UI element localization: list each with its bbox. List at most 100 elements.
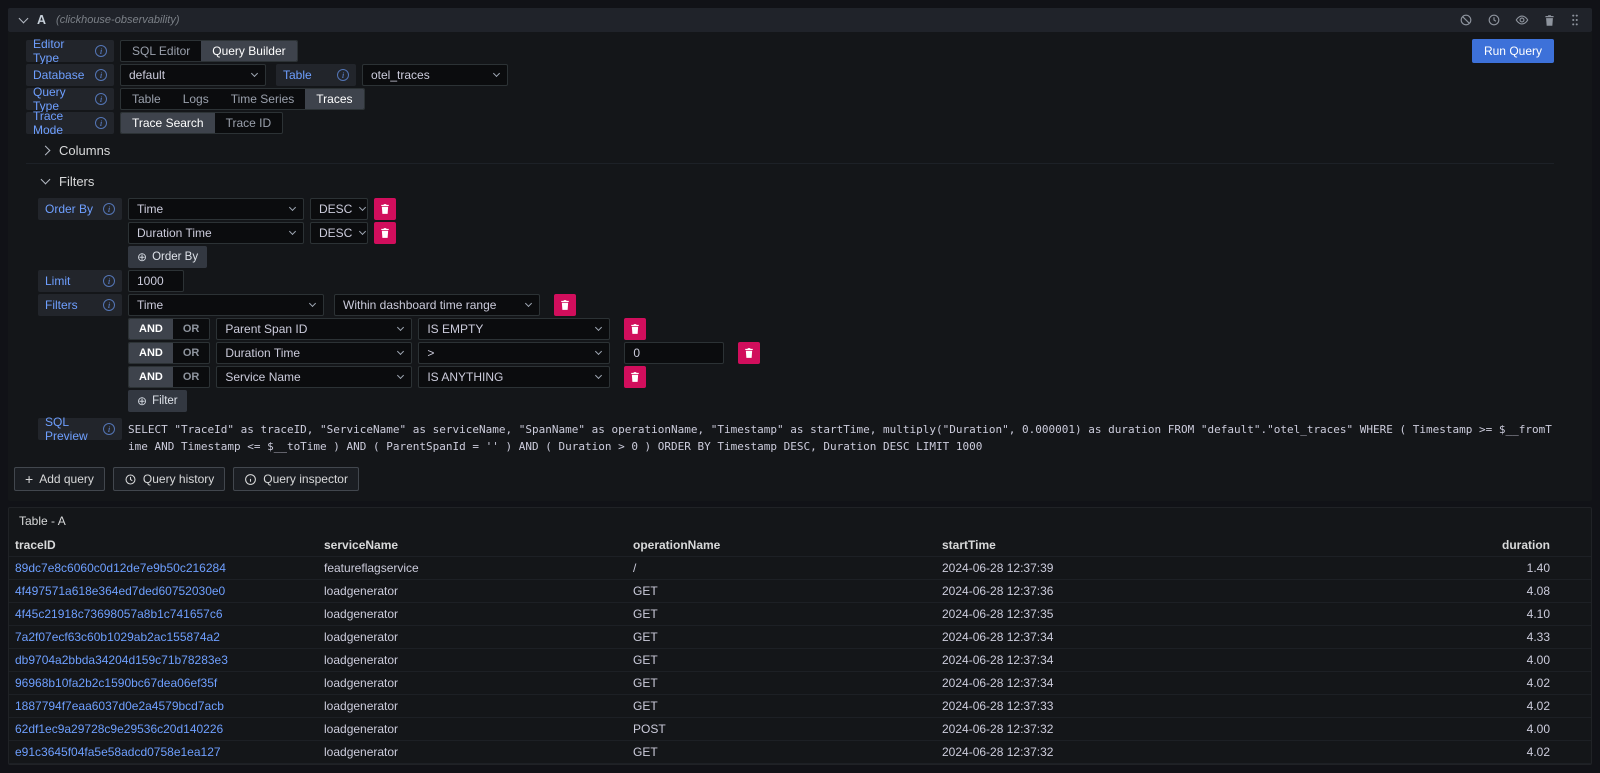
chevron-down-icon	[309, 300, 316, 307]
add-query-button[interactable]: Add query	[14, 467, 105, 491]
remove-filter-button[interactable]	[624, 366, 646, 388]
duration-cell: 1.40	[1245, 557, 1591, 580]
add-filter-button[interactable]: Filter	[128, 390, 187, 412]
query-type-row: Query Type Table Logs Time Series Traces	[26, 88, 1554, 110]
order-by-direction-select[interactable]: DESC	[310, 198, 368, 220]
and-option[interactable]: AND	[129, 319, 173, 339]
database-select[interactable]: default	[120, 64, 266, 86]
query-type-logs-option[interactable]: Logs	[172, 89, 220, 109]
remove-order-by-button[interactable]	[374, 222, 396, 244]
sql-preview-label: SQL Preview	[38, 418, 122, 440]
sql-editor-option[interactable]: SQL Editor	[121, 41, 201, 61]
start-time-cell: 2024-06-28 12:37:33	[936, 695, 1245, 718]
add-order-by-button[interactable]: Order By	[128, 246, 207, 268]
drag-handle-icon[interactable]	[1570, 13, 1580, 27]
or-option[interactable]: OR	[173, 367, 210, 387]
and-option[interactable]: AND	[129, 367, 173, 387]
service-name-cell: loadgenerator	[318, 741, 627, 764]
info-icon[interactable]	[337, 69, 349, 81]
operation-name-cell: GET	[627, 741, 936, 764]
table-row: 4f45c21918c73698057a8b1c741657c6loadgene…	[9, 603, 1591, 626]
filter-field-select[interactable]: Time	[128, 294, 324, 316]
run-query-button[interactable]: Run Query	[1472, 39, 1554, 63]
eye-icon[interactable]	[1515, 13, 1529, 27]
and-option[interactable]: AND	[129, 343, 173, 363]
column-header-operation-name[interactable]: operationName	[627, 534, 936, 557]
query-inspector-button[interactable]: Query inspector	[233, 467, 359, 491]
order-by-field-select[interactable]: Duration Time	[128, 222, 304, 244]
query-inspector-label: Query inspector	[263, 472, 348, 486]
trace-id-link[interactable]: 4f497571a618e364ed7ded60752030e0	[9, 580, 318, 603]
start-time-cell: 2024-06-28 12:37:34	[936, 672, 1245, 695]
start-time-cell: 2024-06-28 12:37:39	[936, 557, 1245, 580]
column-header-trace-id[interactable]: traceID	[9, 534, 318, 557]
filter-operator-select[interactable]: IS ANYTHING	[418, 366, 610, 388]
order-by-label-text: Order By	[45, 202, 93, 216]
remove-filter-button[interactable]	[624, 318, 646, 340]
info-icon[interactable]	[103, 423, 115, 435]
trace-id-link[interactable]: 7a2f07ecf63c60b1029ab2ac155874a2	[9, 626, 318, 649]
query-type-table-option[interactable]: Table	[121, 89, 172, 109]
start-time-cell: 2024-06-28 12:37:32	[936, 718, 1245, 741]
filter-field-select[interactable]: Service Name	[216, 366, 412, 388]
remove-order-by-button[interactable]	[374, 198, 396, 220]
query-builder-option[interactable]: Query Builder	[201, 41, 296, 61]
table-row: 7a2f07ecf63c60b1029ab2ac155874a2loadgene…	[9, 626, 1591, 649]
column-header-start-time[interactable]: startTime	[936, 534, 1245, 557]
query-type-time-series-option[interactable]: Time Series	[220, 89, 306, 109]
trace-id-link[interactable]: 1887794f7eaa6037d0e2a4579bcd7acb	[9, 695, 318, 718]
info-icon[interactable]	[95, 117, 107, 129]
filter-operator-select[interactable]: Within dashboard time range	[334, 294, 540, 316]
remove-filter-button[interactable]	[738, 342, 760, 364]
info-icon[interactable]	[103, 203, 115, 215]
trash-icon[interactable]	[1543, 14, 1556, 27]
columns-section-toggle[interactable]: Columns	[26, 138, 1554, 164]
trace-id-link[interactable]: db9704a2bbda34204d159c71b78283e3	[9, 649, 318, 672]
duration-cell: 4.08	[1245, 580, 1591, 603]
ban-icon[interactable]	[1459, 13, 1473, 27]
info-icon[interactable]	[95, 69, 107, 81]
trace-mode-toggle: Trace Search Trace ID	[120, 112, 283, 134]
limit-input[interactable]	[128, 270, 184, 292]
order-by-field-select[interactable]: Time	[128, 198, 304, 220]
bool-operator-toggle: AND OR	[128, 342, 210, 364]
filter-value-input[interactable]	[624, 342, 724, 364]
table-select[interactable]: otel_traces	[362, 64, 508, 86]
trace-id-link[interactable]: 89dc7e8c6060c0d12de7e9b50c216284	[9, 557, 318, 580]
trace-id-link[interactable]: e91c3645f04fa5e58adcd0758e1ea127	[9, 741, 318, 764]
order-by-field-value: Duration Time	[137, 226, 212, 240]
chevron-down-icon	[525, 300, 532, 307]
column-header-service-name[interactable]: serviceName	[318, 534, 627, 557]
info-icon[interactable]	[103, 275, 115, 287]
order-by-direction-select[interactable]: DESC	[310, 222, 368, 244]
or-option[interactable]: OR	[173, 319, 210, 339]
filter-condition-row: AND OR Duration Time >	[38, 342, 1554, 364]
trace-search-option[interactable]: Trace Search	[121, 113, 215, 133]
filter-operator-select[interactable]: >	[418, 342, 610, 364]
info-icon[interactable]	[95, 45, 107, 57]
service-name-cell: loadgenerator	[318, 695, 627, 718]
history-icon[interactable]	[1487, 13, 1501, 27]
trace-id-link[interactable]: 96968b10fa2b2c1590bc67dea06ef35f	[9, 672, 318, 695]
column-header-duration[interactable]: duration	[1245, 534, 1591, 557]
query-row-header[interactable]: A (clickhouse-observability)	[8, 8, 1592, 32]
filters-section-body: Order By Time DESC Dura	[26, 198, 1554, 455]
info-icon[interactable]	[95, 93, 107, 105]
filter-operator-value: IS ANYTHING	[427, 370, 503, 384]
remove-filter-button[interactable]	[554, 294, 576, 316]
trace-id-option[interactable]: Trace ID	[215, 113, 283, 133]
query-type-traces-option[interactable]: Traces	[305, 89, 363, 109]
trace-id-link[interactable]: 62df1ec9a29728c9e29536c20d140226	[9, 718, 318, 741]
info-icon[interactable]	[103, 299, 115, 311]
filter-operator-select[interactable]: IS EMPTY	[418, 318, 610, 340]
query-history-button[interactable]: Query history	[113, 467, 225, 491]
filters-section-toggle[interactable]: Filters	[26, 168, 1554, 194]
collapse-query-icon[interactable]	[19, 14, 29, 24]
trace-id-link[interactable]: 4f45c21918c73698057a8b1c741657c6	[9, 603, 318, 626]
filter-field-select[interactable]: Parent Span ID	[216, 318, 412, 340]
start-time-cell: 2024-06-28 12:37:32	[936, 741, 1245, 764]
table-label: Table	[276, 64, 356, 86]
table-scroll-area[interactable]: traceID serviceName operationName startT…	[9, 534, 1591, 764]
filter-field-select[interactable]: Duration Time	[216, 342, 412, 364]
or-option[interactable]: OR	[173, 343, 210, 363]
